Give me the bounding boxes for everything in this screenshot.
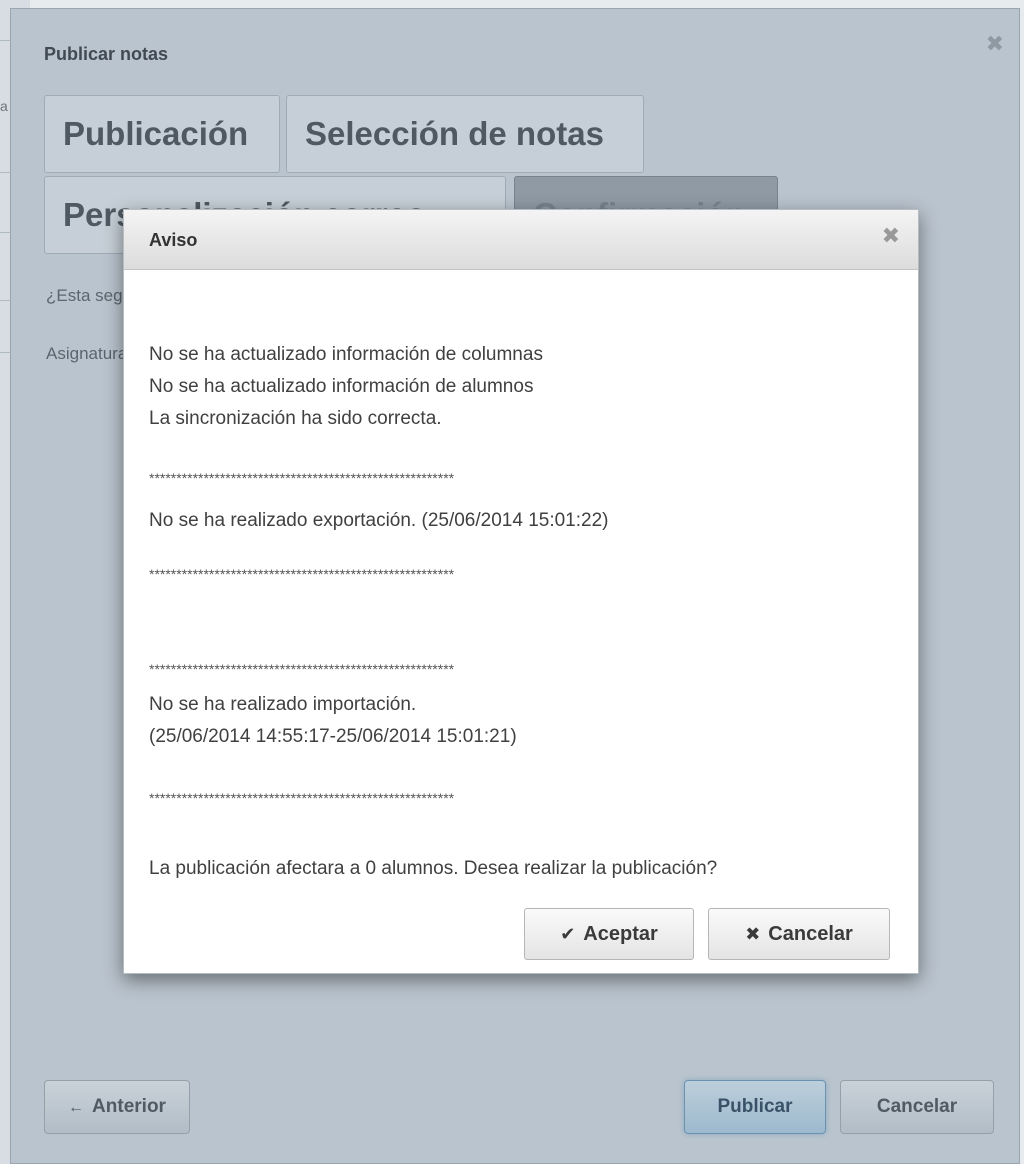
aviso-modal: Aviso ✖ No se ha actualizado información… [123,209,919,974]
message-line: No se ha actualizado información de colu… [149,344,543,365]
modal-cancelar-button[interactable]: ✖ Cancelar [708,908,890,960]
message-line: La sincronización ha sido correcta. [149,408,442,429]
publication-question: La publicación afectara a 0 alumnos. Des… [149,858,718,879]
message-line: (25/06/2014 14:55:17-25/06/2014 15:01:21… [149,726,517,747]
checkmark-icon: ✔ [560,924,576,944]
aceptar-button[interactable]: ✔ Aceptar [524,908,694,960]
message-line: No se ha realizado importación. [149,694,417,715]
message-line: No se ha realizado exportación. (25/06/2… [149,510,609,531]
message-line: No se ha actualizado información de alum… [149,376,534,397]
modal-title: Aviso [149,230,198,250]
close-icon: ✖ [745,924,761,944]
close-icon[interactable]: ✖ [882,225,900,247]
separator-line: ****************************************… [149,790,455,806]
modal-header: Aviso ✖ [124,210,918,270]
aceptar-label: Aceptar [583,923,658,945]
cancelar-label: Cancelar [768,923,853,945]
separator-line: ****************************************… [149,661,455,677]
separator-line: ****************************************… [149,566,455,582]
separator-line: ****************************************… [149,470,455,486]
